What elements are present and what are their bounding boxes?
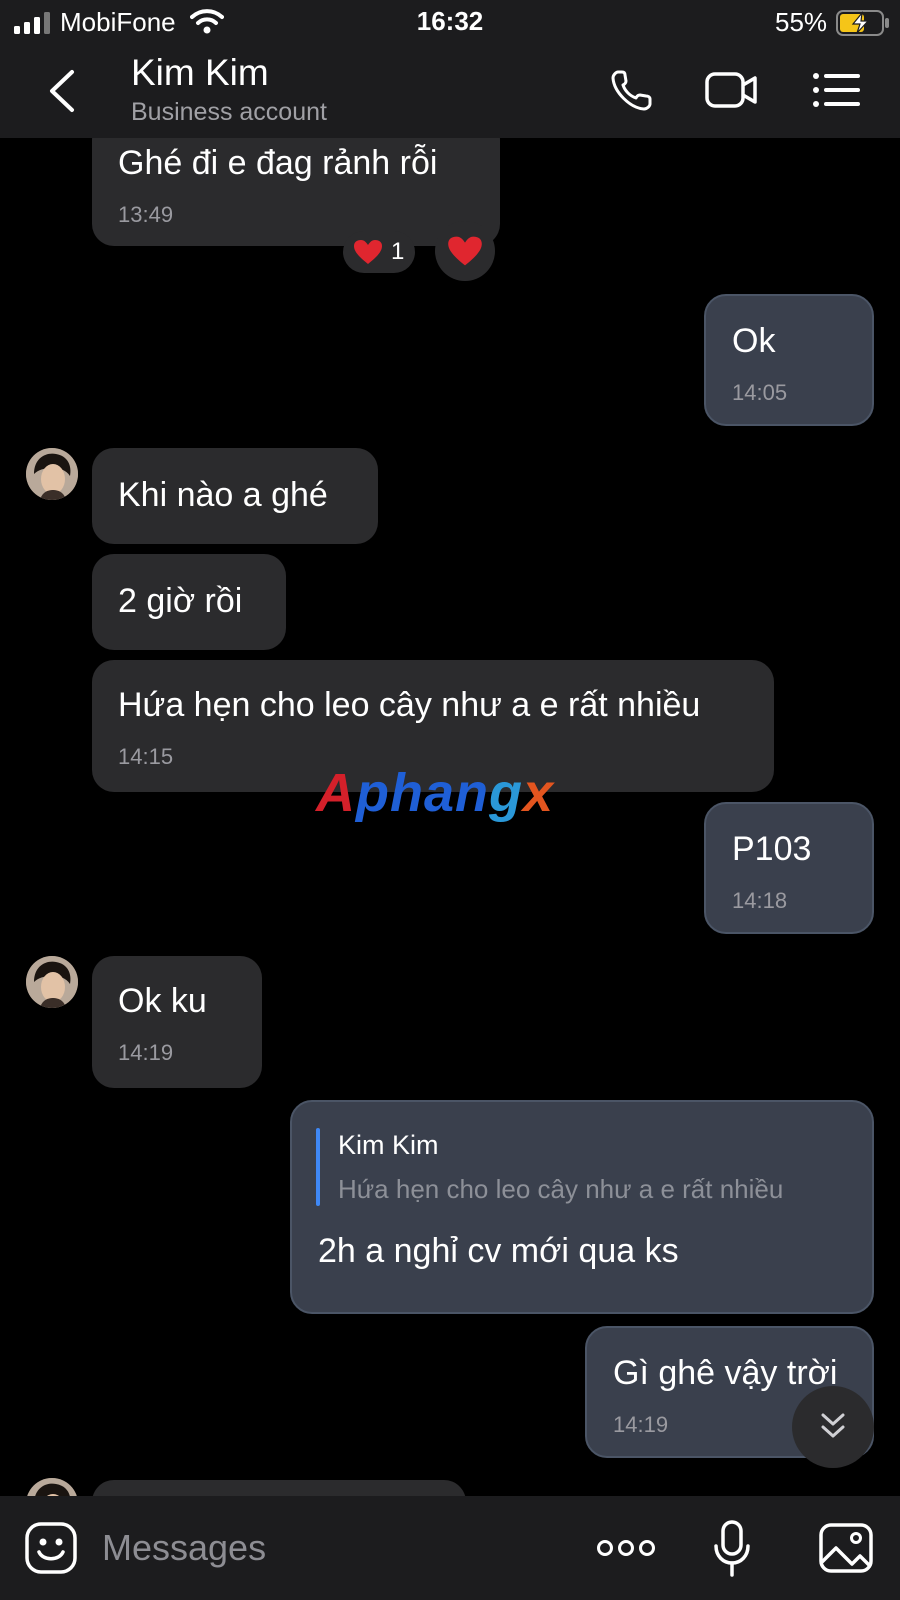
message-time: 14:19: [613, 1412, 669, 1437]
outgoing-message[interactable]: P103 14:18: [704, 802, 874, 934]
message-text: Ok ku: [118, 982, 207, 1020]
video-icon[interactable]: [705, 66, 759, 114]
avatar[interactable]: [26, 1478, 78, 1496]
chevron-double-down-icon: [821, 1413, 845, 1438]
quoted-text: Hứa hẹn cho leo cây như a e rất nhiều: [338, 1174, 784, 1204]
avatar-image: [26, 448, 78, 500]
message-time: 14:05: [732, 380, 788, 405]
quote-bar: [316, 1128, 320, 1206]
battery-percentage: 55%: [775, 7, 828, 37]
message-text: Ok: [732, 322, 776, 360]
react-button[interactable]: [435, 221, 495, 281]
avatar-image: [26, 1478, 78, 1496]
reaction-count: 1: [391, 238, 405, 265]
message-input[interactable]: [102, 1520, 562, 1576]
message-text: Hứa hẹn cho leo cây như a e rất nhiều: [118, 686, 701, 724]
clock: 16:32: [416, 6, 484, 36]
more-icon[interactable]: [596, 1534, 656, 1562]
avatar[interactable]: [26, 956, 78, 1008]
gallery-icon[interactable]: [818, 1522, 874, 1574]
quoted-sender: Kim Kim: [338, 1130, 439, 1160]
status-bar: MobiFone 16:32 55%: [0, 0, 900, 44]
back-icon[interactable]: [42, 68, 82, 114]
message-time: 14:15: [118, 744, 174, 769]
incoming-message[interactable]: Ok ku 14:19: [92, 956, 262, 1088]
incoming-message[interactable]: 2 giờ rồi: [92, 554, 286, 650]
avatar-image: [26, 956, 78, 1008]
message-text: Ghé đi e đag rảnh rỗi: [118, 144, 438, 182]
incoming-message[interactable]: Ghé đi e đag rảnh rỗi 13:49: [92, 138, 500, 246]
incoming-message[interactable]: Khi nào a ghé: [92, 448, 378, 544]
message-time: 14:18: [732, 888, 788, 913]
battery-charging-icon: [836, 10, 889, 36]
message-text: Khi nào a ghé: [118, 476, 328, 514]
mic-icon[interactable]: [712, 1520, 752, 1578]
outgoing-reply-message[interactable]: Kim Kim Hứa hẹn cho leo cây như a e rất …: [290, 1100, 874, 1314]
message-list[interactable]: Ghé đi e đag rảnh rỗi 13:49 1 Ok 14:05 K…: [0, 138, 900, 1496]
message-time: 13:49: [118, 202, 174, 227]
emoji-icon[interactable]: [24, 1521, 78, 1575]
watermark: Aphangx: [316, 763, 555, 823]
message-time: 14:19: [118, 1040, 174, 1065]
composer-bar: [0, 1496, 900, 1600]
heart-icon: [354, 240, 382, 264]
chat-header: Kim Kim Business account: [0, 44, 900, 138]
message-text: 2 giờ rồi: [118, 582, 243, 620]
incoming-message[interactable]: [92, 1480, 466, 1496]
heart-icon: [448, 236, 482, 266]
message-text: P103: [732, 830, 812, 868]
reaction-count-badge[interactable]: 1: [343, 231, 415, 273]
outgoing-message[interactable]: Ok 14:05: [704, 294, 874, 426]
contact-name[interactable]: Kim Kim: [131, 52, 269, 94]
account-type: Business account: [131, 98, 327, 126]
avatar[interactable]: [26, 448, 78, 500]
phone-icon[interactable]: [608, 66, 662, 114]
message-text: 2h a nghỉ cv mới qua ks: [318, 1232, 679, 1270]
scroll-to-bottom-button[interactable]: [792, 1386, 874, 1468]
menu-icon[interactable]: [810, 66, 864, 114]
